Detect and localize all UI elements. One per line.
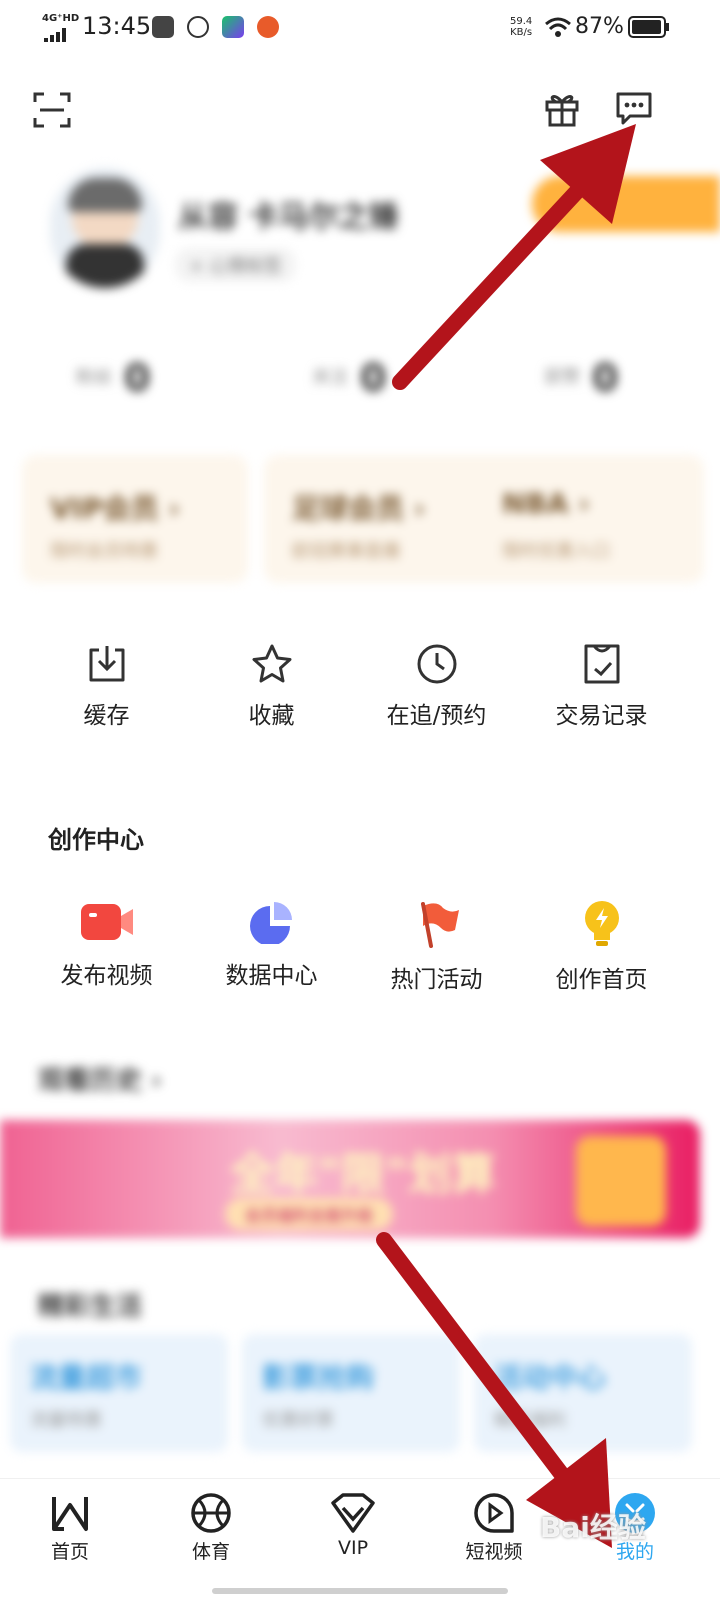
stat-followers[interactable]: 粉丝 0 xyxy=(76,356,150,400)
member-card-subtitle: 欧冠赛事直播 xyxy=(292,541,400,562)
nav-label: 体育 xyxy=(191,1541,230,1563)
creation-label: 热门活动 xyxy=(390,967,483,993)
receipt-icon xyxy=(584,644,619,684)
watch-history-link[interactable]: 观看历史 › xyxy=(38,1060,162,1097)
life-card-title: 活动中心 xyxy=(494,1361,607,1394)
avatar[interactable] xyxy=(50,168,160,288)
iqiyi-app-icon xyxy=(222,16,244,38)
flag-icon xyxy=(420,902,459,948)
short-video-icon xyxy=(474,1493,514,1533)
basketball-icon xyxy=(191,1493,231,1533)
member-cards: VIP会员 › 限时会员特惠 足球会员 › 欧冠赛事直播 NBA › 限时优惠入… xyxy=(22,455,720,585)
creation-label: 发布视频 xyxy=(60,963,153,989)
hot-events-button[interactable]: 热门活动 xyxy=(354,900,519,994)
status-bar: 4G⁺HD 13:45 59.4 KB/s 87% xyxy=(0,0,720,56)
clock-icon xyxy=(417,644,456,684)
robot-app-icon xyxy=(152,16,174,38)
nav-home[interactable]: 首页 xyxy=(20,1491,120,1564)
tool-label: 缓存 xyxy=(83,703,130,729)
stat-label: 关注 xyxy=(312,367,348,388)
network-speed: 59.4 KB/s xyxy=(510,16,532,38)
watermark: Bai经验 xyxy=(540,1511,646,1544)
watching-reserve-button[interactable]: 在追/预约 xyxy=(354,642,519,730)
network-indicator: 4G⁺HD xyxy=(42,13,80,24)
member-card-subtitle: 限时会员特惠 xyxy=(50,541,158,562)
life-card-events[interactable]: 活动中心 精彩福利 xyxy=(474,1334,692,1452)
life-card-title: 影票抢购 xyxy=(262,1361,375,1394)
game-app-icon xyxy=(257,16,279,38)
stat-value: 0 xyxy=(360,356,387,400)
favorites-button[interactable]: 收藏 xyxy=(189,642,354,730)
creator-home-button[interactable]: 创作首页 xyxy=(519,900,684,994)
status-app-icons xyxy=(152,16,279,44)
creation-label: 数据中心 xyxy=(225,963,318,989)
nav-label: 首页 xyxy=(50,1541,89,1563)
creation-center: 创作中心 发布视频 数据中心 热门活动 创作首页 xyxy=(24,796,684,1002)
member-card-subtitle: 限时优惠入口 xyxy=(502,541,610,562)
member-card-vip[interactable]: VIP会员 › 限时会员特惠 xyxy=(22,455,248,583)
member-card-title: NBA › xyxy=(502,487,590,520)
mood-tag[interactable]: + 心情标签 xyxy=(175,248,296,282)
username[interactable]: 从容 卡马尔之锤 xyxy=(178,192,398,236)
pie-chart-icon xyxy=(249,902,292,946)
nav-label: 短视频 xyxy=(465,1541,523,1563)
data-center-button[interactable]: 数据中心 xyxy=(189,900,354,990)
signal-icon xyxy=(44,28,66,42)
message-icon[interactable] xyxy=(614,88,654,128)
speed-value: 59.4 xyxy=(510,16,533,27)
stat-label: 获赞 xyxy=(544,367,580,388)
life-card-subtitle: 精彩福利 xyxy=(494,1410,566,1431)
stat-label: 粉丝 xyxy=(76,367,112,388)
home-icon xyxy=(52,1497,88,1531)
life-card-title: 流量超市 xyxy=(30,1361,143,1394)
home-indicator[interactable] xyxy=(212,1588,508,1594)
member-card-title: 足球会员 › xyxy=(292,492,426,525)
promo-banner[interactable]: 全年"限"划算 会员福利全面升级 xyxy=(0,1120,700,1238)
nav-vip[interactable]: VIP xyxy=(303,1491,403,1559)
tool-label: 收藏 xyxy=(248,703,295,729)
clock: 13:45 xyxy=(82,12,152,40)
nav-short-video[interactable]: 短视频 xyxy=(444,1491,544,1564)
wifi-icon xyxy=(545,17,571,37)
cache-button[interactable]: 缓存 xyxy=(24,642,189,730)
tool-label: 交易记录 xyxy=(555,703,648,729)
battery-percent: 87% xyxy=(575,14,624,39)
pause-app-icon xyxy=(187,16,209,38)
stat-likes[interactable]: 获赞 0 xyxy=(544,356,618,400)
speed-unit: KB/s xyxy=(510,27,533,38)
life-section-title: 精彩生活 xyxy=(38,1292,143,1322)
life-card-subtitle: 优惠好票 xyxy=(262,1410,334,1431)
stat-following[interactable]: 关注 0 xyxy=(312,356,386,400)
transactions-button[interactable]: 交易记录 xyxy=(519,642,684,730)
download-icon xyxy=(89,646,124,682)
life-card-subtitle: 流量特惠 xyxy=(30,1410,102,1431)
tool-label: 在追/预约 xyxy=(386,703,487,729)
scan-icon[interactable] xyxy=(32,90,72,130)
creation-label: 创作首页 xyxy=(555,967,648,993)
lightbulb-icon xyxy=(584,901,619,946)
vip-icon xyxy=(331,1493,375,1533)
publish-video-button[interactable]: 发布视频 xyxy=(24,900,189,990)
nav-sports[interactable]: 体育 xyxy=(161,1491,261,1564)
stat-value: 0 xyxy=(124,356,151,400)
life-card-movies[interactable]: 影票抢购 优惠好票 xyxy=(242,1334,460,1452)
banner-headline: 全年"限"划算 xyxy=(230,1149,496,1200)
star-icon xyxy=(252,644,291,683)
vip-open-button[interactable] xyxy=(532,176,720,232)
stat-value: 0 xyxy=(592,356,619,400)
life-card-data[interactable]: 流量超市 流量特惠 xyxy=(10,1334,228,1452)
nav-label: VIP xyxy=(337,1537,369,1559)
tools-panel: 缓存 收藏 在追/预约 交易记录 xyxy=(24,620,684,744)
gift-icon[interactable] xyxy=(542,88,582,128)
banner-badge xyxy=(576,1136,666,1226)
banner-subtitle: 会员福利全面升级 xyxy=(225,1198,394,1230)
member-card-sports[interactable]: 足球会员 › 欧冠赛事直播 NBA › 限时优惠入口 xyxy=(264,455,704,583)
video-camera-icon xyxy=(80,904,133,940)
creation-center-title: 创作中心 xyxy=(48,826,144,854)
member-card-title: VIP会员 › xyxy=(50,492,180,525)
battery-icon xyxy=(628,16,669,38)
